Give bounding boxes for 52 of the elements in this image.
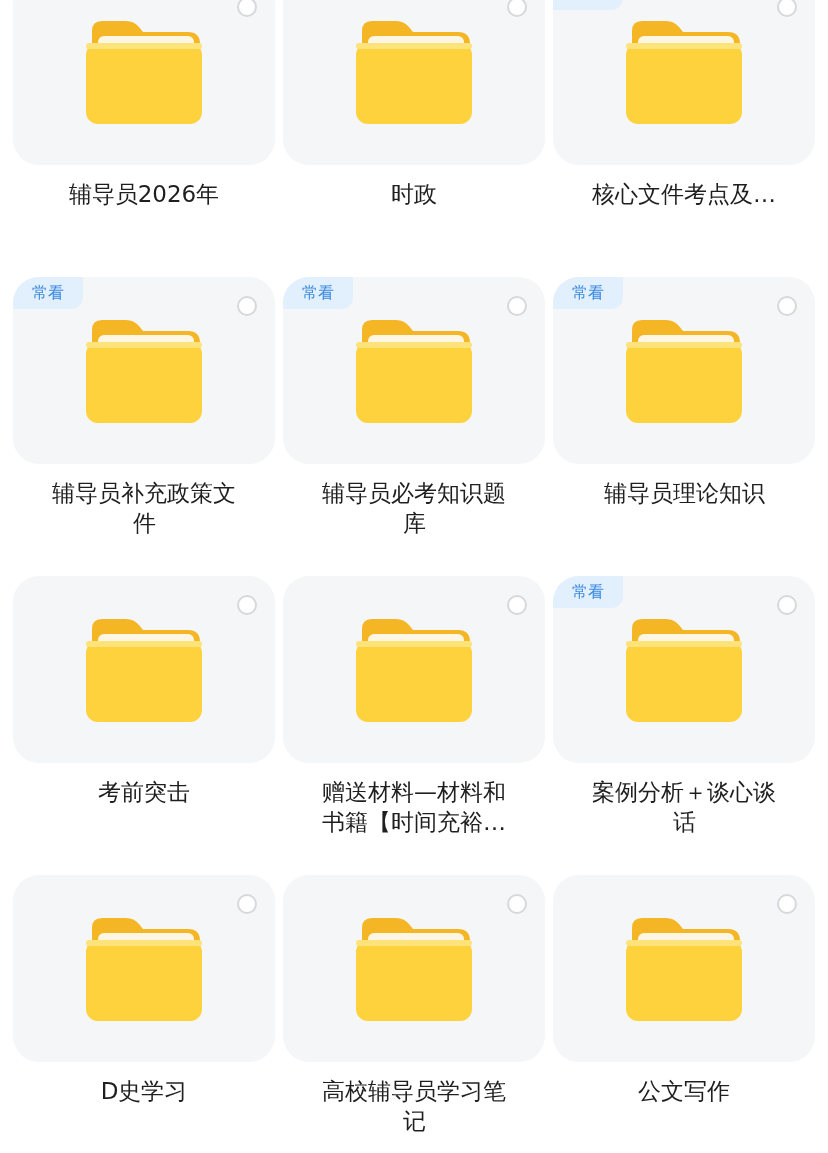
folder-icon (84, 18, 204, 125)
select-circle[interactable] (777, 894, 797, 914)
select-circle[interactable] (507, 296, 527, 316)
folder-card[interactable] (13, 576, 275, 763)
folder-icon (624, 616, 744, 723)
folder-icon (354, 616, 474, 723)
folder-card[interactable] (553, 875, 815, 1062)
folder-card[interactable] (13, 875, 275, 1062)
folder-card[interactable]: 常看 (283, 277, 545, 464)
folder-name: D史学习 (99, 1077, 189, 1106)
folder-icon (624, 18, 744, 125)
folder-card[interactable]: 常看 (553, 277, 815, 464)
folder-card[interactable] (283, 875, 545, 1062)
folder-name: 核心文件考点及… (591, 180, 777, 209)
folder-icon (354, 18, 474, 125)
frequent-tag: 常看 (553, 576, 623, 608)
folder-icon (84, 915, 204, 1022)
folder-card[interactable]: 常看 (13, 277, 275, 464)
folder-card[interactable] (553, 0, 815, 165)
select-circle[interactable] (237, 296, 257, 316)
select-circle[interactable] (507, 0, 527, 17)
select-circle[interactable] (777, 296, 797, 316)
folder-name: 高校辅导员学习笔记 (321, 1077, 507, 1136)
folder-name: 时政 (390, 180, 438, 209)
frequent-tag: 常看 (13, 277, 83, 309)
folder-name: 辅导员补充政策文件 (51, 479, 237, 538)
frequent-tag: 常看 (283, 277, 353, 309)
folder-name: 辅导员2026年 (67, 180, 221, 209)
folder-name: 辅导员理论知识 (602, 479, 766, 508)
folder-card[interactable] (13, 0, 275, 165)
folder-card[interactable]: 常看 (553, 576, 815, 763)
folder-card[interactable] (283, 576, 545, 763)
select-circle[interactable] (777, 0, 797, 17)
folder-name: 考前突击 (97, 778, 191, 807)
frequent-tag: 常看 (553, 277, 623, 309)
folder-icon (624, 317, 744, 424)
folder-icon (84, 616, 204, 723)
select-circle[interactable] (507, 595, 527, 615)
folder-name: 公文写作 (637, 1077, 731, 1106)
folder-name: 案例分析＋谈心谈话 (591, 778, 777, 837)
folder-name: 辅导员必考知识题库 (321, 479, 507, 538)
select-circle[interactable] (237, 595, 257, 615)
folder-icon (624, 915, 744, 1022)
select-circle[interactable] (237, 0, 257, 17)
select-circle[interactable] (507, 894, 527, 914)
select-circle[interactable] (237, 894, 257, 914)
folder-icon (84, 317, 204, 424)
folder-card[interactable] (283, 0, 545, 165)
folder-icon (354, 317, 474, 424)
folder-name: 赠送材料—材料和书籍【时间充裕… (321, 778, 507, 837)
select-circle[interactable] (777, 595, 797, 615)
folder-icon (354, 915, 474, 1022)
